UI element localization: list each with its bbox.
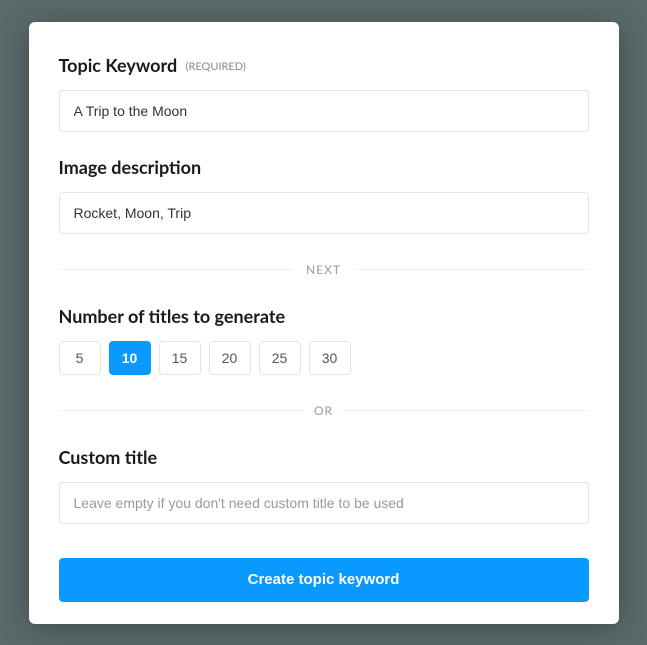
num-titles-options: 51015202530 bbox=[59, 341, 589, 375]
num-titles-label: Number of titles to generate bbox=[59, 305, 589, 327]
required-tag: (REQUIRED) bbox=[186, 60, 246, 73]
divider-next: NEXT bbox=[59, 262, 589, 277]
topic-keyword-label: Topic Keyword (REQUIRED) bbox=[59, 54, 589, 76]
topic-keyword-label-text: Topic Keyword bbox=[59, 54, 178, 76]
create-topic-keyword-button[interactable]: Create topic keyword bbox=[59, 558, 589, 602]
num-titles-block: Number of titles to generate 51015202530 bbox=[59, 305, 589, 375]
num-titles-option-5[interactable]: 5 bbox=[59, 341, 101, 375]
topic-keyword-input[interactable] bbox=[59, 90, 589, 132]
form-card: Topic Keyword (REQUIRED) Image descripti… bbox=[29, 22, 619, 624]
divider-or-text: OR bbox=[304, 403, 343, 418]
custom-title-block: Custom title bbox=[59, 446, 589, 524]
divider-next-text: NEXT bbox=[292, 262, 355, 277]
custom-title-input[interactable] bbox=[59, 482, 589, 524]
num-titles-option-25[interactable]: 25 bbox=[259, 341, 301, 375]
num-titles-option-20[interactable]: 20 bbox=[209, 341, 251, 375]
num-titles-option-15[interactable]: 15 bbox=[159, 341, 201, 375]
divider-or: OR bbox=[59, 403, 589, 418]
topic-keyword-block: Topic Keyword (REQUIRED) bbox=[59, 54, 589, 132]
image-description-block: Image description bbox=[59, 156, 589, 234]
num-titles-option-30[interactable]: 30 bbox=[309, 341, 351, 375]
image-description-input[interactable] bbox=[59, 192, 589, 234]
custom-title-label: Custom title bbox=[59, 446, 589, 468]
num-titles-option-10[interactable]: 10 bbox=[109, 341, 151, 375]
image-description-label: Image description bbox=[59, 156, 589, 178]
